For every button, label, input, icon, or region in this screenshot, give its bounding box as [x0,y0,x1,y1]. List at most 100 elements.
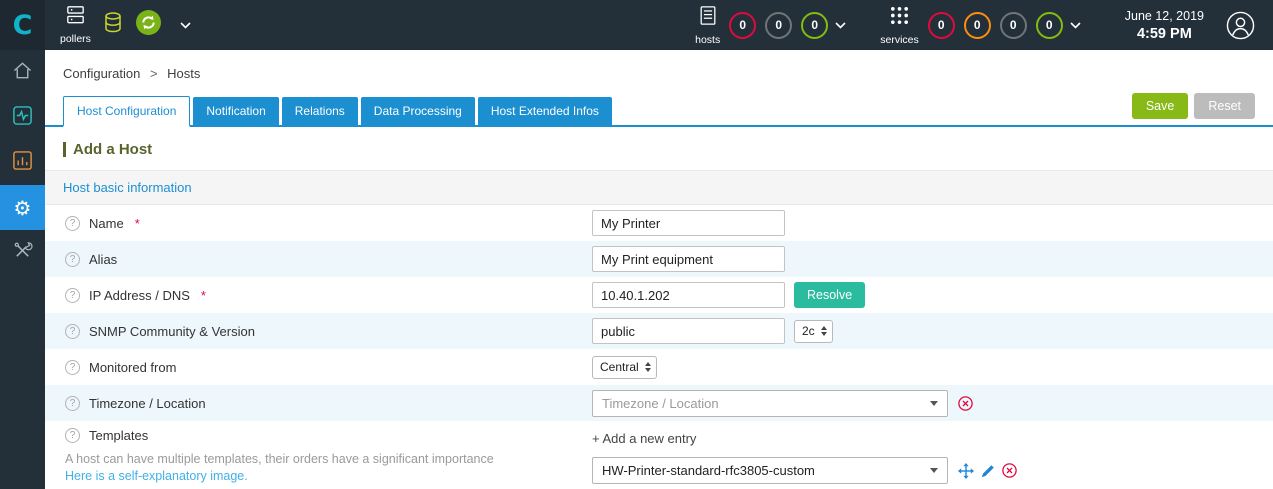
remove-template-icon[interactable] [1002,463,1017,478]
chevron-down-icon [1070,16,1081,34]
services-ok-counter[interactable]: 0 [1035,11,1063,39]
help-icon[interactable] [65,251,80,267]
help-icon[interactable] [65,359,80,375]
tab-notification[interactable]: Notification [193,97,279,125]
chevron-down-icon [180,16,191,34]
alias-input[interactable] [592,246,785,272]
timezone-select[interactable]: Timezone / Location [592,389,948,417]
sidebar-item-configuration[interactable]: ⚙ [0,185,45,230]
datetime-display: June 12, 2019 4:59 PM [1125,9,1204,42]
help-icon[interactable] [65,215,80,231]
edit-template-icon[interactable] [981,464,995,478]
page-title: Add a Host [45,127,1273,170]
name-input[interactable] [592,210,785,236]
hosts-up-counter[interactable]: 0 [801,11,829,39]
ip-label: IP Address / DNS [89,287,190,303]
section-host-basic-information: Host basic information [45,170,1273,205]
sidebar-item-home[interactable] [0,50,45,95]
templates-label: Templates [89,428,149,443]
chevron-down-icon [835,16,846,34]
template-select[interactable]: HW-Printer-standard-rfc3805-custom [592,457,948,484]
resolve-button[interactable]: Resolve [794,282,866,308]
move-template-icon[interactable] [958,462,974,479]
form-row-ip-address: IP Address / DNS * Resolve [45,277,1273,313]
services-label: services [880,33,919,46]
monitored-from-select[interactable]: Central [592,355,657,379]
form-row-name: Name * [45,205,1273,241]
breadcrumb-separator: > [149,66,158,81]
services-status-group[interactable]: services 0 0 0 0 [880,5,1081,46]
help-icon[interactable] [65,428,80,443]
database-icon [102,11,124,39]
services-icon [889,5,910,31]
main-content: Configuration > Hosts Host Configuration… [45,50,1273,489]
tab-data-processing[interactable]: Data Processing [360,97,475,125]
services-warning-counter[interactable]: 0 [963,11,991,39]
host-form: Host basic information Name * [45,170,1273,489]
alias-label: Alias [89,251,118,267]
tab-host-extended-infos[interactable]: Host Extended Infos [477,97,612,125]
required-marker: * [134,215,140,231]
form-row-templates: Templates A host can have multiple templ… [45,421,1273,489]
template-selected-value: HW-Printer-standard-rfc3805-custom [602,463,815,478]
help-icon[interactable] [65,395,80,411]
gear-icon: ⚙ [13,195,32,220]
chart-icon [12,150,33,176]
tab-bar: Host Configuration Notification Relation… [45,93,1273,127]
heartbeat-icon [12,105,33,131]
centreon-logo[interactable]: C [0,0,45,50]
sidebar-item-monitoring[interactable] [0,95,45,140]
save-button[interactable]: Save [1131,93,1189,119]
breadcrumb-hosts[interactable]: Hosts [167,66,200,81]
breadcrumb-configuration[interactable]: Configuration [63,66,140,81]
pollers-label: pollers [60,33,91,45]
help-icon[interactable] [65,323,80,339]
hosts-icon [698,5,718,31]
hosts-status-group[interactable]: hosts 0 0 0 [695,5,846,46]
add-template-entry-link[interactable]: + Add a new entry [592,431,696,446]
help-icon[interactable] [65,287,80,303]
name-label: Name [89,215,124,231]
dropdown-arrow-icon [930,468,938,473]
sidebar: ⚙ [0,50,45,489]
snmp-version-select[interactable]: 2c [794,319,833,343]
required-marker: * [200,287,206,303]
hosts-unreachable-counter[interactable]: 0 [765,11,793,39]
sidebar-item-reporting[interactable] [0,140,45,185]
reset-button[interactable]: Reset [1194,93,1255,119]
select-arrows-icon [645,362,651,372]
form-row-snmp: SNMP Community & Version 2c [45,313,1273,349]
hosts-label: hosts [695,33,721,46]
form-row-alias: Alias [45,241,1273,277]
timezone-label: Timezone / Location [89,395,206,411]
dropdown-arrow-icon [930,400,938,406]
services-critical-counter[interactable]: 0 [927,11,955,39]
clear-timezone-icon[interactable] [958,395,973,411]
pollers-status-group[interactable]: pollers [60,5,191,45]
templates-help-text: A host can have multiple templates, thei… [65,452,494,466]
home-icon [12,60,33,86]
tools-icon [12,240,33,266]
hosts-down-counter[interactable]: 0 [729,11,757,39]
pollers-icon [64,5,87,30]
form-row-timezone: Timezone / Location Timezone / Location [45,385,1273,421]
app-root: C pollers hosts 0 0 0 services 0 0 0 0 J… [0,0,1273,489]
form-row-monitored-from: Monitored from Central [45,349,1273,385]
snmp-community-input[interactable] [592,318,785,344]
monitored-from-label: Monitored from [89,359,177,375]
tab-relations[interactable]: Relations [281,97,358,125]
topbar: C pollers hosts 0 0 0 services 0 0 0 0 J… [0,0,1273,50]
current-date: June 12, 2019 [1124,8,1204,23]
sidebar-item-administration[interactable] [0,230,45,275]
user-avatar[interactable] [1226,11,1255,40]
snmp-label: SNMP Community & Version [89,323,255,339]
templates-help-link[interactable]: Here is a self-explanatory image. [65,469,248,483]
select-arrows-icon [821,326,827,336]
current-time: 4:59 PM [1136,25,1192,42]
services-unknown-counter[interactable]: 0 [999,11,1027,39]
tab-host-configuration[interactable]: Host Configuration [63,96,191,127]
ip-address-input[interactable] [592,282,785,308]
centreon-logo-icon: C [12,9,33,41]
title-bar-decoration [63,142,66,157]
sync-ok-icon [135,9,162,41]
